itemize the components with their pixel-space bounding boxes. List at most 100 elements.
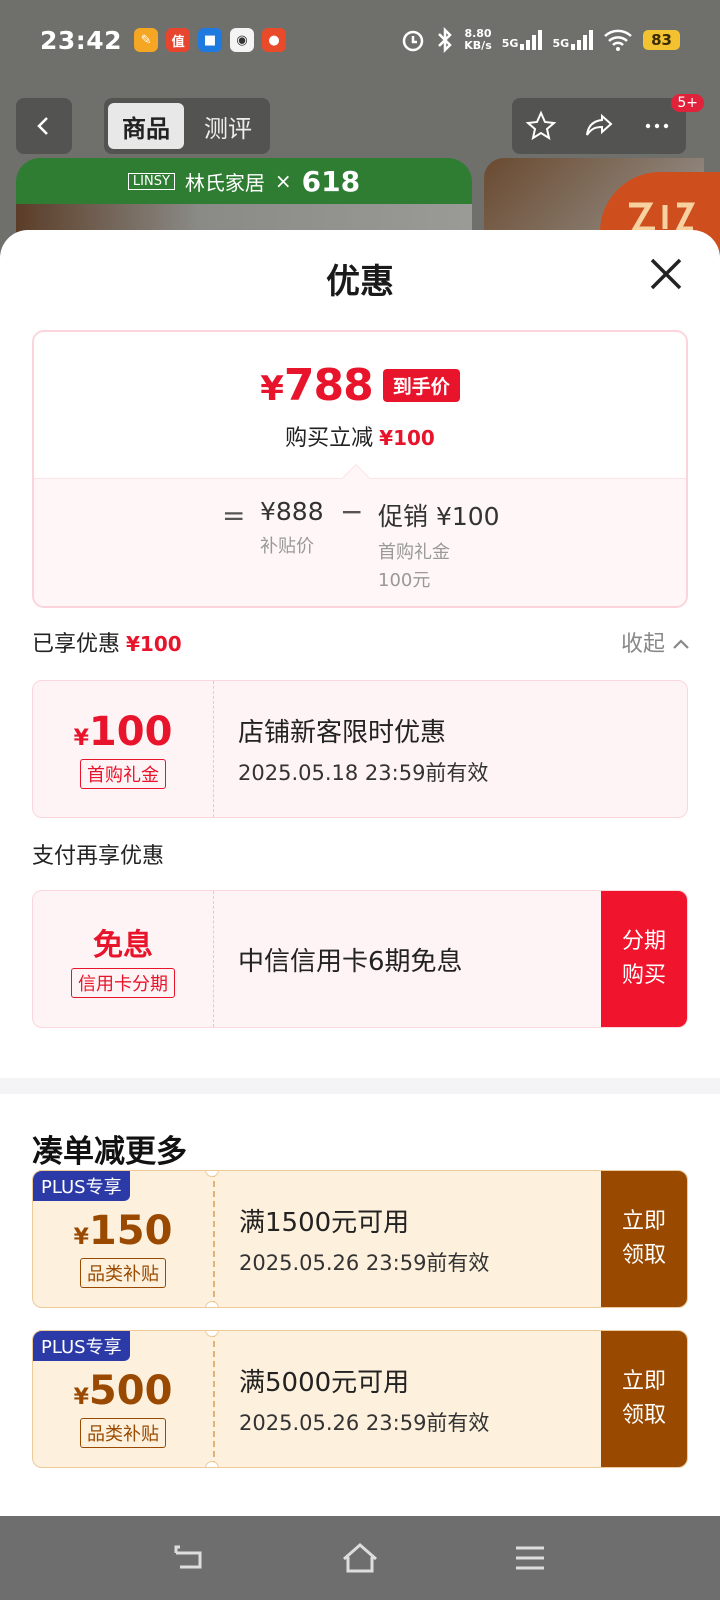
coupon-currency: ¥	[73, 1225, 89, 1250]
instant-discount-label: 购买立减	[285, 426, 374, 451]
system-nav-bar	[0, 1516, 720, 1600]
instant-discount-value: ¥100	[379, 426, 435, 450]
background-page: 23:42 ✎ 值 ■ ◉ ● 8.80 KB/s 5G 5G 83 商品 测评…	[0, 0, 720, 260]
chevron-up-icon	[673, 639, 689, 649]
nav-home-icon	[343, 1543, 377, 1573]
signal-icon	[520, 30, 543, 50]
coupon-info: 店铺新客限时优惠 2025.05.18 23:59前有效	[214, 681, 687, 817]
final-price-section: ¥788 到手价 购买立减 ¥100	[34, 332, 686, 478]
app-notification-icon: ◉	[230, 28, 255, 52]
back-button[interactable]	[16, 98, 72, 154]
coupon-plus: PLUS专享 ¥500 品类补贴 满5000元可用 2025.05.26 23:…	[32, 1330, 688, 1468]
coupon-plus: PLUS专享 ¥150 品类补贴 满1500元可用 2025.05.26 23:…	[32, 1170, 688, 1308]
sheet-title: 优惠	[326, 262, 394, 302]
coupon-amount-block: 免息 信用卡分期	[33, 891, 213, 1027]
share-icon[interactable]	[583, 110, 615, 142]
coupon-validity: 2025.05.26 23:59前有效	[239, 1250, 490, 1275]
discount-sheet: 优惠 ¥788 到手价 购买立减 ¥100 = ¥888 补贴价 − 促销 ¥1…	[0, 230, 720, 1516]
coupon-tag: 品类补贴	[80, 1418, 166, 1448]
message-badge: 5+	[671, 94, 704, 112]
app-notification-icon: ✎	[134, 28, 159, 52]
coupon-amount-block: ¥500 品类补贴	[33, 1331, 213, 1467]
coupon-amount: 100	[88, 709, 173, 755]
brand-logo: LINSY	[127, 172, 175, 190]
nav-menu-button[interactable]	[510, 1538, 550, 1578]
enjoyed-discount-value: ¥100	[126, 632, 182, 656]
close-icon	[650, 258, 682, 290]
nav-menu-icon	[516, 1546, 544, 1570]
nav-back-button[interactable]	[170, 1538, 210, 1578]
wifi-icon	[604, 29, 632, 51]
equals-sign: =	[222, 499, 246, 532]
claim-coupon-button[interactable]: 立即 领取	[601, 1331, 687, 1467]
final-price-tag: 到手价	[382, 369, 460, 402]
status-bar: 23:42 ✎ 值 ■ ◉ ● 8.80 KB/s 5G 5G 83	[0, 0, 720, 80]
app-notification-icon: 值	[166, 28, 191, 52]
nav-back-icon	[174, 1545, 202, 1569]
ticket-notch	[205, 1301, 219, 1307]
coupon-info: 中信信用卡6期免息	[214, 891, 601, 1027]
coupon-validity: 2025.05.26 23:59前有效	[239, 1410, 490, 1435]
product-tabs: 商品 测评	[104, 98, 270, 154]
product-toolbar	[512, 98, 686, 154]
coupon-tag: 品类补贴	[80, 1258, 166, 1288]
nav-home-button[interactable]	[340, 1538, 380, 1578]
banner-cross: ×	[274, 169, 292, 193]
alarm-icon	[403, 30, 424, 52]
coupon-info: 满5000元可用 2025.05.26 23:59前有效	[215, 1331, 601, 1467]
app-notification-icon: ●	[262, 28, 287, 52]
app-notification-icon: ■	[198, 28, 223, 52]
subsidy-price-block: ¥888 补贴价	[260, 497, 324, 558]
tab-product[interactable]: 商品	[108, 103, 184, 149]
price-breakdown-card: ¥788 到手价 购买立减 ¥100 = ¥888 补贴价 − 促销 ¥100 首…	[32, 330, 688, 608]
brand-banner: LINSY 林氏家居 × 618	[16, 158, 472, 204]
coupon-title: 中信信用卡6期免息	[238, 946, 463, 977]
coupon-info: 满1500元可用 2025.05.26 23:59前有效	[215, 1171, 601, 1307]
subsidy-price: ¥888	[260, 497, 324, 526]
coupon-title: 满1500元可用	[239, 1207, 410, 1238]
enjoyed-discount-label: 已享优惠	[32, 632, 121, 657]
promo-value: 促销 ¥100	[378, 502, 500, 531]
net-speed: 8.80 KB/s	[464, 27, 492, 52]
subsidy-price-label: 补贴价	[260, 536, 314, 557]
coupon-tag: 信用卡分期	[71, 968, 175, 998]
promo-detail: 首购礼金 100元	[378, 542, 450, 591]
close-button[interactable]	[642, 250, 690, 298]
coupon-currency: ¥	[73, 1385, 89, 1410]
back-icon	[37, 117, 48, 135]
bluetooth-icon	[438, 27, 453, 53]
signal-sim2: 5G	[552, 30, 594, 50]
minus-sign: −	[340, 495, 364, 528]
price-calculation: = ¥888 补贴价 − 促销 ¥100 首购礼金 100元	[34, 463, 686, 606]
status-app-icons: ✎ 值 ■ ◉ ●	[134, 28, 287, 52]
coupon-tag: 首购礼金	[80, 759, 166, 789]
brand-name: 林氏家居	[184, 170, 265, 195]
section-divider	[0, 1078, 720, 1094]
coupon-title: 满5000元可用	[239, 1367, 410, 1398]
installment-buy-button[interactable]: 分期 购买	[601, 891, 687, 1027]
banner-event: 618	[301, 164, 361, 198]
star-icon[interactable]	[525, 110, 557, 142]
signal-icon	[571, 30, 594, 50]
collapse-toggle[interactable]: 收起	[621, 626, 690, 658]
more-icon[interactable]	[641, 110, 673, 142]
collapse-label: 收起	[620, 632, 665, 657]
coupon-amount-block: ¥150 品类补贴	[33, 1171, 213, 1307]
tab-review[interactable]: 测评	[190, 103, 266, 149]
coupon-amount: 500	[88, 1368, 173, 1414]
enjoyed-discount-header: 已享优惠 ¥100	[32, 626, 182, 658]
product-nav: 商品 测评 5+	[16, 94, 704, 154]
coupon-amount: 150	[88, 1208, 173, 1254]
instant-discount: 购买立减 ¥100	[34, 420, 686, 452]
coupon-currency: ¥	[73, 726, 89, 751]
pay-more-label: 支付再享优惠	[32, 844, 165, 869]
more-discounts-title: 凑单减更多	[32, 1134, 187, 1170]
signal-sim1: 5G	[502, 30, 543, 50]
coupon-first-purchase: ¥100 首购礼金 店铺新客限时优惠 2025.05.18 23:59前有效	[32, 680, 688, 818]
coupon-validity: 2025.05.18 23:59前有效	[238, 760, 489, 785]
battery-indicator: 83	[643, 30, 680, 50]
claim-coupon-button[interactable]: 立即 领取	[601, 1171, 687, 1307]
status-right: 8.80 KB/s 5G 5G 83	[400, 27, 680, 53]
coupon-installment: 免息 信用卡分期 中信信用卡6期免息 分期 购买	[32, 890, 688, 1028]
final-price-value: 788	[283, 360, 374, 411]
